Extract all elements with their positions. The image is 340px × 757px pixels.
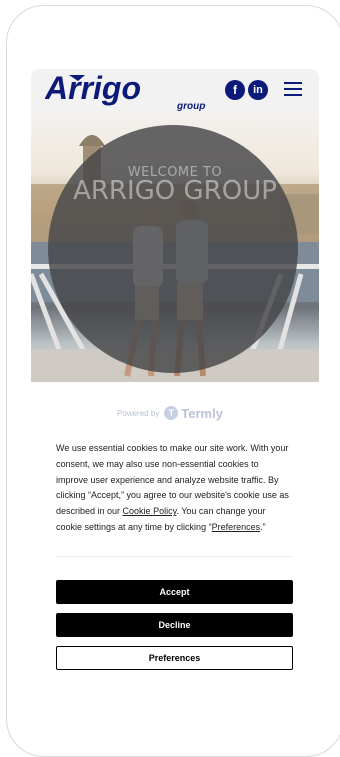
termly-logo-icon: T [164, 406, 179, 420]
arrigo-group-logo[interactable]: Arrigo group [45, 71, 213, 111]
cookie-policy-link[interactable]: Cookie Policy [123, 506, 177, 516]
hero-banner: WELCOME TO ARRIGO GROUP [31, 114, 319, 382]
logo-subword: group [176, 101, 205, 111]
consent-text-part3: .” [260, 521, 266, 532]
preferences-button[interactable]: Preferences [56, 646, 293, 670]
powered-by-label: Powered by [117, 408, 160, 418]
linkedin-icon[interactable]: in [248, 80, 268, 100]
hero-overlay-circle [48, 125, 298, 373]
site-header: Arrigo group f in [31, 69, 319, 114]
termly-wordmark: Termly [181, 405, 223, 421]
accept-button[interactable]: Accept [56, 580, 293, 604]
preferences-link[interactable]: Preferences [212, 522, 261, 532]
consent-divider [56, 556, 293, 557]
termly-branding[interactable]: Powered by T Termly [0, 404, 340, 422]
decline-button[interactable]: Decline [56, 613, 293, 637]
hamburger-menu-icon[interactable] [284, 82, 302, 98]
cookie-consent-message: We use essential cookies to make our sit… [56, 441, 292, 536]
hero-title: ARRIGO GROUP [73, 176, 277, 206]
logo-wordmark: Arrigo [45, 71, 141, 106]
facebook-icon[interactable]: f [225, 80, 245, 100]
